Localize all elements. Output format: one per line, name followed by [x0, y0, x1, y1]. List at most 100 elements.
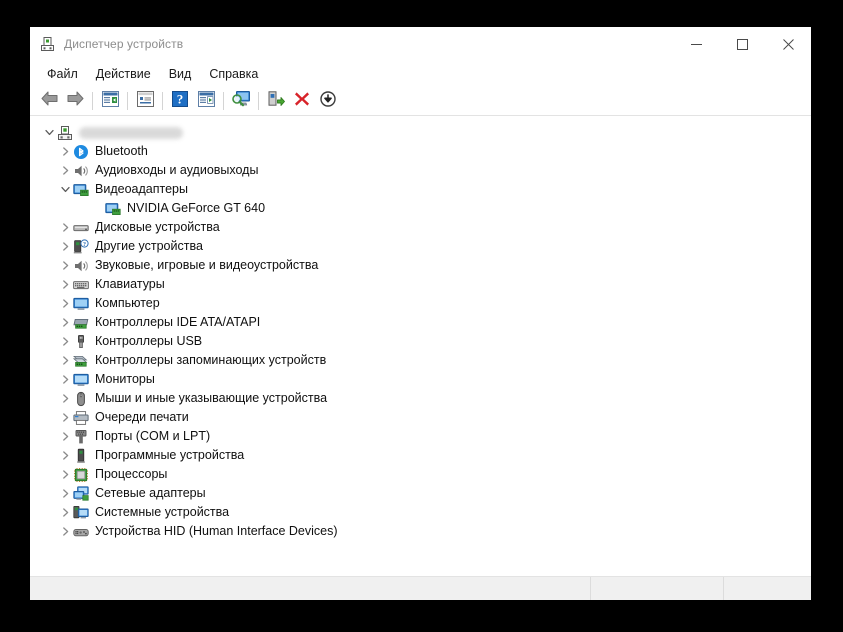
device-tree-panel[interactable]: Bluetooth Аудиовходы и аудиовыходы Видео… [30, 116, 811, 576]
chevron-right-icon[interactable] [57, 370, 73, 389]
menu-view[interactable]: Вид [160, 64, 201, 84]
chevron-right-icon[interactable] [57, 389, 73, 408]
redacted-computer-name [79, 126, 183, 139]
tree-item-label: Аудиовходы и аудиовыходы [95, 163, 259, 177]
tree-item-processors[interactable]: Процессоры [41, 465, 810, 484]
tree-item-ide-ata-atapi-controllers[interactable]: Контроллеры IDE ATA/ATAPI [41, 313, 810, 332]
window-controls [673, 27, 811, 61]
tree-item-nvidia-geforce-gt-640[interactable]: NVIDIA GeForce GT 640 [41, 199, 810, 218]
minimize-button[interactable] [673, 27, 719, 61]
tree-item-label: Процессоры [95, 467, 168, 481]
tree-item-label: Программные устройства [95, 448, 245, 462]
help-question-icon: ? [172, 90, 188, 112]
chevron-right-icon[interactable] [57, 484, 73, 503]
ide-controller-icon [73, 315, 89, 331]
tree-item-ports-com-lpt[interactable]: Порты (COM и LPT) [41, 427, 810, 446]
tree-root-node[interactable] [41, 123, 810, 142]
chevron-right-icon[interactable] [57, 275, 73, 294]
menu-file[interactable]: Файл [38, 64, 87, 84]
tree-item-other-devices[interactable]: ? Другие устройства [41, 237, 810, 256]
update-driver-icon [268, 90, 285, 112]
storage-controller-icon [73, 353, 89, 369]
title-bar: Диспетчер устройств [30, 27, 811, 61]
disable-device-button[interactable] [315, 89, 341, 113]
chevron-right-icon[interactable] [57, 446, 73, 465]
tree-item-label: Порты (COM и LPT) [95, 429, 211, 443]
red-x-icon [294, 91, 310, 112]
keyboard-icon [73, 277, 89, 293]
tree-item-label: NVIDIA GeForce GT 640 [127, 201, 266, 215]
tree-item-hid-devices[interactable]: Устройства HID (Human Interface Devices) [41, 522, 810, 541]
uninstall-device-button[interactable] [289, 89, 315, 113]
device-manager-window: Диспетчер устройств Файл Действие Вид Сп… [30, 27, 811, 600]
chevron-right-icon[interactable] [57, 218, 73, 237]
other-devices-icon: ? [73, 238, 89, 255]
chevron-right-icon[interactable] [57, 465, 73, 484]
menu-help[interactable]: Справка [200, 64, 267, 84]
menu-bar: Файл Действие Вид Справка [30, 61, 811, 87]
tree-item-system-devices[interactable]: Системные устройства [41, 503, 810, 522]
chevron-right-icon[interactable] [57, 351, 73, 370]
chevron-right-icon[interactable] [57, 294, 73, 313]
tree-item-usb-controllers[interactable]: Контроллеры USB [41, 332, 810, 351]
chevron-right-icon[interactable] [57, 237, 73, 256]
status-bar-middle-pane [591, 577, 724, 600]
tree-item-display-adapters[interactable]: Видеоадаптеры [41, 180, 810, 199]
tree-item-software-devices[interactable]: Программные устройства [41, 446, 810, 465]
chevron-right-icon[interactable] [57, 313, 73, 332]
tree-item-label: Контроллеры USB [95, 334, 203, 348]
svg-text:?: ? [83, 241, 86, 248]
chevron-right-icon[interactable] [57, 161, 73, 180]
tree-item-storage-controllers[interactable]: Контроллеры запоминающих устройств [41, 351, 810, 370]
tree-item-label: Звуковые, игровые и видеоустройства [95, 258, 319, 272]
status-bar-main-pane [30, 577, 591, 600]
tree-item-label: Клавиатуры [95, 277, 165, 291]
tree-item-computer[interactable]: Компьютер [41, 294, 810, 313]
hid-device-icon [73, 524, 89, 540]
tree-item-disk-drives[interactable]: Дисковые устройства [41, 218, 810, 237]
chevron-right-icon[interactable] [57, 408, 73, 427]
close-button[interactable] [765, 27, 811, 61]
properties-button[interactable] [132, 89, 158, 113]
forward-button[interactable] [62, 89, 88, 113]
maximize-button[interactable] [719, 27, 765, 61]
tree-item-label: Мыши и иные указывающие устройства [95, 391, 328, 405]
device-tree: Bluetooth Аудиовходы и аудиовыходы Видео… [31, 123, 810, 541]
show-hide-action-pane-button[interactable] [193, 89, 219, 113]
forward-arrow-icon [67, 91, 84, 111]
tree-item-sound-video-game-controllers[interactable]: Звуковые, игровые и видеоустройства [41, 256, 810, 275]
chevron-down-icon[interactable] [57, 180, 73, 199]
printer-icon [73, 410, 89, 426]
tree-item-print-queues[interactable]: Очереди печати [41, 408, 810, 427]
help-button[interactable]: ? [167, 89, 193, 113]
tree-item-label: Системные устройства [95, 505, 230, 519]
action-pane-icon [197, 90, 215, 112]
chevron-right-icon[interactable] [57, 142, 73, 161]
network-adapter-icon [73, 485, 89, 502]
chevron-right-icon[interactable] [57, 503, 73, 522]
toolbar-separator [162, 92, 163, 110]
tree-item-audio-io[interactable]: Аудиовходы и аудиовыходы [41, 161, 810, 180]
audio-io-icon [73, 163, 89, 179]
update-driver-button[interactable] [263, 89, 289, 113]
console-tree-icon [101, 90, 119, 112]
tree-item-network-adapters[interactable]: Сетевые адаптеры [41, 484, 810, 503]
menu-action[interactable]: Действие [87, 64, 160, 84]
chevron-right-icon[interactable] [57, 332, 73, 351]
status-bar-right-pane [724, 577, 811, 600]
tree-item-label: Сетевые адаптеры [95, 486, 206, 500]
toolbar-separator [92, 92, 93, 110]
back-button[interactable] [36, 89, 62, 113]
toolbar-separator [223, 92, 224, 110]
show-hide-console-tree-button[interactable] [97, 89, 123, 113]
chevron-right-icon[interactable] [57, 427, 73, 446]
chevron-right-icon[interactable] [57, 522, 73, 541]
chevron-right-icon[interactable] [57, 256, 73, 275]
tree-item-mice-and-pointing-devices[interactable]: Мыши и иные указывающие устройства [41, 389, 810, 408]
tree-item-monitors[interactable]: Мониторы [41, 370, 810, 389]
tree-item-bluetooth[interactable]: Bluetooth [41, 142, 810, 161]
back-arrow-icon [41, 91, 58, 111]
chevron-down-icon[interactable] [41, 123, 57, 142]
scan-for-hardware-changes-button[interactable] [228, 89, 254, 113]
tree-item-keyboards[interactable]: Клавиатуры [41, 275, 810, 294]
